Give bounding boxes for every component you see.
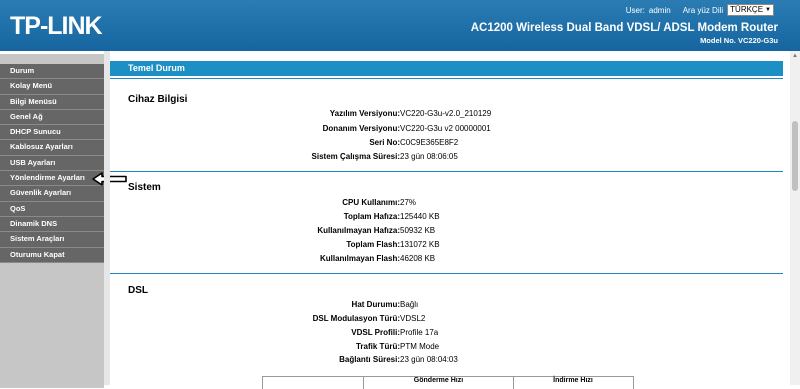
tp-link-logo: TP-LINK [10, 12, 103, 40]
row-label: Bağlantı Süresi: [339, 355, 400, 364]
user-label: User: [625, 5, 645, 15]
divider [110, 273, 783, 274]
sidebar-item-qos[interactable]: QoS [0, 201, 104, 217]
divider [110, 171, 783, 172]
sidebar-item-guvenlik-ayarlari[interactable]: Güvenlik Ayarları [0, 186, 104, 202]
sidebar-item-dinamik-dns[interactable]: Dinamik DNS [0, 216, 104, 233]
row-label: Sistem Çalışma Süresi: [311, 152, 400, 161]
row-value: C0C9E365E8F2 [400, 138, 459, 147]
language-value: TÜRKÇE [730, 5, 764, 14]
row-label: Seri No: [369, 138, 400, 147]
sidebar-item-yonlendirme-ayarlari[interactable]: Yönlendirme Ayarları [0, 171, 104, 187]
scrollbar-thumb[interactable] [792, 121, 798, 191]
main-content: Temel Durum Cihaz Bilgisi Yazılım Versiy… [110, 51, 800, 389]
info-row: Yazılım Versiyonu: VC220-G3u-v2.0_210129 [110, 108, 710, 120]
sidebar-item-durum[interactable]: Durum [0, 64, 104, 80]
row-value: VC220-G3u-v2.0_210129 [400, 109, 492, 118]
device-info-heading: Cihaz Bilgisi [128, 94, 188, 105]
row-label: CPU Kullanımı: [342, 198, 400, 207]
info-row: Toplam Hafıza: 125440 KB [110, 211, 710, 223]
row-label: DSL Modulasyon Türü: [312, 314, 400, 323]
sidebar-item-bilgi-menusu[interactable]: Bilgi Menüsü [0, 94, 104, 110]
row-value: Profile 17a [400, 328, 439, 337]
dsl-rate-table: Gönderme Hızı İndirme Hızı [262, 376, 634, 389]
model-number: Model No. VC220-G3u [700, 36, 778, 45]
product-name: AC1200 Wireless Dual Band VDSL/ ADSL Mod… [470, 22, 778, 34]
row-label: Toplam Flash: [346, 240, 400, 249]
row-value: 27% [400, 198, 417, 207]
scroll-up-icon[interactable]: ▲ [792, 53, 798, 59]
sidebar: Durum Kolay Menü Bilgi Menüsü Genel Ağ D… [0, 51, 104, 388]
info-row: DSL Modulasyon Türü: VDSL2 [110, 313, 710, 325]
row-value: Bağlı [400, 300, 419, 309]
row-label: Kullanılmayan Hafıza: [317, 226, 400, 235]
sidebar-item-kolay-menu[interactable]: Kolay Menü [0, 79, 104, 95]
info-row: VDSL Profili: Profile 17a [110, 327, 710, 339]
header: TP-LINK User: admin Ara yüz Dili TÜRKÇE … [0, 0, 800, 51]
info-row: Kullanılmayan Hafıza: 50932 KB [110, 225, 710, 237]
info-row: Bağlantı Süresi: 23 gün 08:04:03 [110, 354, 710, 366]
info-row: Kullanılmayan Flash: 46208 KB [110, 253, 710, 265]
row-value: 46208 KB [400, 254, 436, 263]
table-header: İndirme Hızı [553, 377, 593, 384]
system-heading: Sistem [128, 182, 161, 193]
row-value: 23 gün 08:06:05 [400, 152, 458, 161]
dsl-heading: DSL [128, 285, 148, 296]
sidebar-item-usb-ayarlari[interactable]: USB Ayarları [0, 155, 104, 172]
scrollbar[interactable]: ▲ [790, 51, 800, 385]
table-header: Gönderme Hızı [363, 377, 514, 389]
info-row: Trafik Türü: PTM Mode [110, 341, 710, 353]
info-row: Sistem Çalışma Süresi: 23 gün 08:06:05 [110, 151, 710, 163]
row-label: Kullanılmayan Flash: [319, 254, 400, 263]
user-name: admin [648, 5, 671, 15]
row-label: Hat Durumu: [351, 300, 400, 309]
chevron-down-icon: ▼ [765, 7, 771, 13]
row-label: Toplam Hafıza: [343, 212, 400, 221]
language-label: Ara yüz Dili [682, 5, 724, 15]
row-value: VDSL2 [400, 314, 426, 323]
divider [110, 78, 783, 79]
sidebar-item-sistem-araclari[interactable]: Sistem Araçları [0, 232, 104, 248]
sidebar-item-genel-ag[interactable]: Genel Ağ [0, 109, 104, 126]
row-label: Yazılım Versiyonu: [329, 109, 400, 118]
row-value: 50932 KB [400, 226, 436, 235]
row-value: PTM Mode [400, 342, 440, 351]
row-label: Trafik Türü: [355, 342, 400, 351]
row-label: VDSL Profili: [351, 328, 400, 337]
row-value: VC220-G3u v2 00000001 [400, 124, 491, 133]
info-row: Seri No: C0C9E365E8F2 [110, 137, 710, 149]
page-title: Temel Durum [110, 61, 783, 76]
sidebar-item-dhcp-sunucu[interactable]: DHCP Sunucu [0, 125, 104, 141]
row-value: 23 gün 08:04:03 [400, 355, 458, 364]
sidebar-item-oturumu-kapat[interactable]: Oturumu Kapat [0, 247, 104, 263]
row-value: 125440 KB [400, 212, 440, 221]
row-label: Donanım Versiyonu: [322, 124, 400, 133]
user-bar: User: admin Ara yüz Dili TÜRKÇE ▼ [626, 4, 774, 16]
info-row: Hat Durumu: Bağlı [110, 299, 710, 311]
info-row: CPU Kullanımı: 27% [110, 197, 710, 209]
row-value: 131072 KB [400, 240, 440, 249]
info-row: Toplam Flash: 131072 KB [110, 239, 710, 251]
info-row: Donanım Versiyonu: VC220-G3u v2 00000001 [110, 123, 710, 135]
language-select[interactable]: TÜRKÇE ▼ [727, 4, 774, 16]
sidebar-item-kablosuz-ayarlari[interactable]: Kablosuz Ayarları [0, 140, 104, 156]
